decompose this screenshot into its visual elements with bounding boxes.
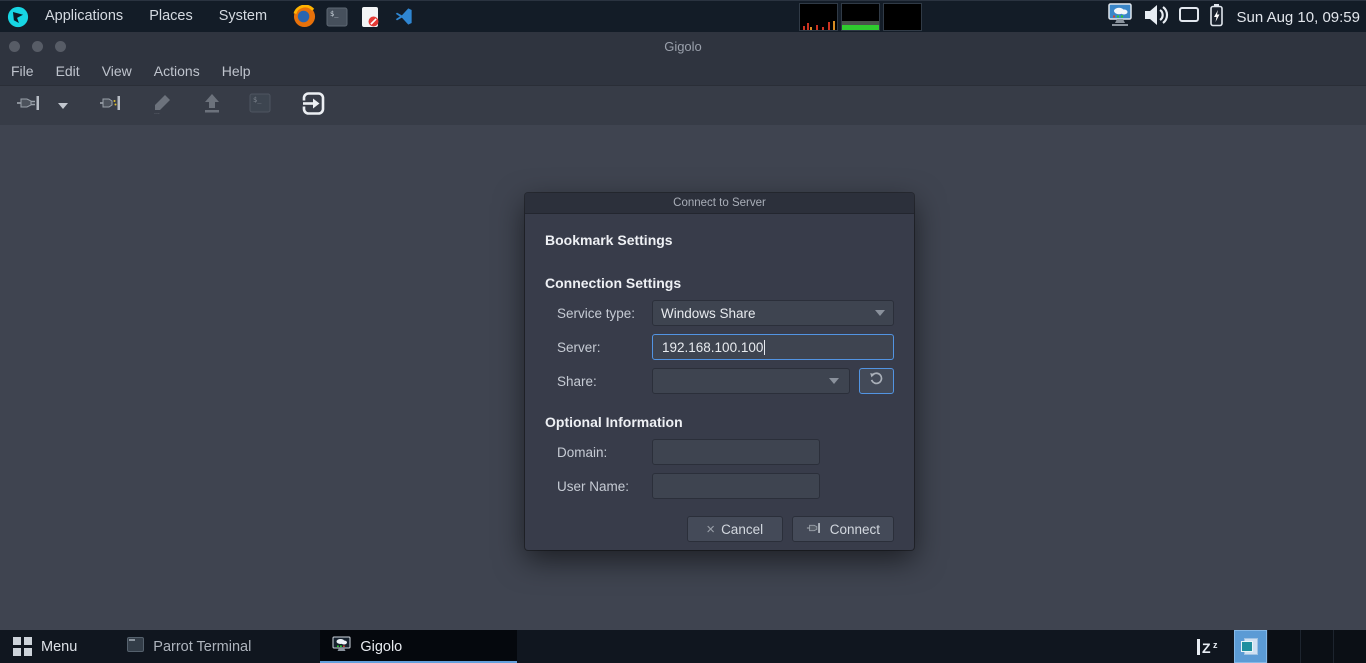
domain-input[interactable] bbox=[652, 439, 820, 465]
quit-toolbar-button[interactable] bbox=[294, 90, 332, 122]
connect-plug-icon bbox=[806, 521, 824, 538]
cancel-button[interactable]: × Cancel bbox=[686, 516, 783, 542]
memory-graph bbox=[841, 3, 880, 31]
text-editor-blocked-icon[interactable] bbox=[358, 5, 382, 29]
domain-label: Domain: bbox=[557, 444, 608, 460]
svg-text:$_: $_ bbox=[253, 96, 262, 104]
disconnect-icon bbox=[99, 91, 125, 120]
taskbar-menu-label: Menu bbox=[41, 638, 78, 655]
taskbar-menu-button[interactable]: Menu bbox=[0, 630, 91, 663]
terminal-toolbar-button: $_ bbox=[242, 90, 278, 122]
service-type-label: Service type: bbox=[557, 305, 636, 321]
optional-information-heading: Optional Information bbox=[545, 414, 683, 430]
clock[interactable]: Sun Aug 10, 09:59 bbox=[1233, 9, 1360, 26]
disconnect-toolbar-button[interactable] bbox=[94, 90, 130, 122]
workspace-3[interactable] bbox=[1300, 630, 1333, 663]
parrot-menu-icon[interactable] bbox=[6, 5, 30, 29]
gigolo-icon bbox=[332, 636, 351, 657]
connect-icon bbox=[15, 91, 41, 120]
connection-settings-heading: Connection Settings bbox=[545, 275, 682, 291]
server-input[interactable]: 192.168.100.100 bbox=[652, 334, 894, 360]
battery-icon[interactable] bbox=[1209, 3, 1224, 32]
service-type-value: Windows Share bbox=[661, 305, 756, 321]
svg-text:z: z bbox=[1213, 640, 1218, 650]
server-label: Server: bbox=[557, 339, 601, 355]
share-dropdown-button[interactable] bbox=[819, 369, 849, 393]
terminal-icon bbox=[127, 637, 145, 656]
top-panel: Applications Places System $_ Sun Aug 10… bbox=[0, 0, 1366, 32]
connect-button[interactable]: Connect bbox=[791, 516, 894, 542]
svg-text:...: ... bbox=[154, 109, 160, 115]
firefox-icon[interactable] bbox=[292, 5, 316, 29]
task-label: Gigolo bbox=[360, 638, 403, 655]
connect-dropdown-icon bbox=[58, 102, 68, 109]
mini-window-icon bbox=[1240, 638, 1258, 655]
window-content: Connect to Server Bookmark Settings Conn… bbox=[0, 125, 1366, 630]
system-monitor-applets[interactable] bbox=[799, 3, 922, 31]
menu-view[interactable]: View bbox=[101, 60, 133, 82]
bookmark-settings-heading: Bookmark Settings bbox=[545, 232, 673, 248]
connect-toolbar-button[interactable] bbox=[10, 90, 46, 122]
task-parrot-terminal[interactable]: Parrot Terminal bbox=[115, 630, 263, 663]
menu-applications[interactable]: Applications bbox=[34, 1, 134, 33]
cancel-button-label: Cancel bbox=[721, 521, 764, 537]
connect-button-label: Connect bbox=[829, 521, 880, 537]
blank-graph bbox=[883, 3, 922, 31]
share-label: Share: bbox=[557, 373, 597, 389]
user-name-label: User Name: bbox=[557, 478, 630, 494]
edit-toolbar-button: ... bbox=[144, 90, 180, 122]
connect-to-server-dialog: Connect to Server Bookmark Settings Conn… bbox=[525, 193, 914, 550]
menubar: File Edit View Actions Help bbox=[0, 60, 1366, 85]
window-titlebar[interactable]: Gigolo bbox=[0, 32, 1366, 60]
terminal-icon[interactable]: $_ bbox=[325, 5, 349, 29]
text-caret bbox=[764, 339, 766, 355]
server-value: 192.168.100.100 bbox=[662, 339, 764, 355]
user-name-input[interactable] bbox=[652, 473, 820, 499]
svg-text:Z: Z bbox=[1202, 640, 1211, 656]
taskbar: Menu Parrot Terminal Gigolo Zz bbox=[0, 630, 1366, 663]
task-label: Parrot Terminal bbox=[153, 638, 252, 655]
chevron-down-icon bbox=[875, 310, 885, 316]
dialog-title[interactable]: Connect to Server bbox=[525, 193, 914, 214]
network-icon[interactable] bbox=[1106, 2, 1134, 33]
menu-help[interactable]: Help bbox=[221, 60, 252, 82]
menu-edit[interactable]: Edit bbox=[55, 60, 81, 82]
task-gigolo[interactable]: Gigolo bbox=[320, 630, 518, 663]
open-toolbar-button bbox=[194, 90, 230, 122]
menu-places[interactable]: Places bbox=[138, 1, 204, 33]
close-x-icon: × bbox=[706, 520, 716, 538]
terminal-icon: $_ bbox=[249, 92, 271, 119]
vscode-icon[interactable] bbox=[391, 5, 415, 29]
display-icon[interactable] bbox=[1178, 5, 1200, 30]
chevron-down-icon bbox=[829, 378, 839, 384]
sleep-zz-icon[interactable]: Zz bbox=[1194, 635, 1224, 659]
gigolo-window: Gigolo File Edit View Actions Help ... $… bbox=[0, 32, 1366, 630]
menu-system[interactable]: System bbox=[208, 1, 278, 33]
service-type-select[interactable]: Windows Share bbox=[652, 300, 894, 326]
refresh-icon bbox=[869, 371, 884, 391]
workspace-4[interactable] bbox=[1333, 630, 1366, 663]
cpu-graph bbox=[799, 3, 838, 31]
workspace-2[interactable] bbox=[1267, 630, 1300, 663]
workspace-switcher bbox=[1234, 630, 1366, 663]
menu-grid-icon bbox=[13, 637, 32, 656]
volume-icon[interactable] bbox=[1143, 3, 1169, 32]
menu-actions[interactable]: Actions bbox=[153, 60, 201, 82]
connect-dropdown-button[interactable] bbox=[52, 90, 74, 122]
workspace-1[interactable] bbox=[1234, 630, 1267, 663]
toolbar: ... $_ bbox=[0, 85, 1366, 125]
share-combobox[interactable] bbox=[652, 368, 850, 394]
quit-icon bbox=[300, 90, 327, 122]
edit-icon: ... bbox=[150, 91, 174, 120]
menu-file[interactable]: File bbox=[10, 60, 35, 82]
svg-text:$_: $_ bbox=[330, 10, 339, 18]
window-title: Gigolo bbox=[664, 38, 702, 54]
share-refresh-button[interactable] bbox=[859, 368, 894, 394]
open-icon bbox=[200, 91, 224, 120]
